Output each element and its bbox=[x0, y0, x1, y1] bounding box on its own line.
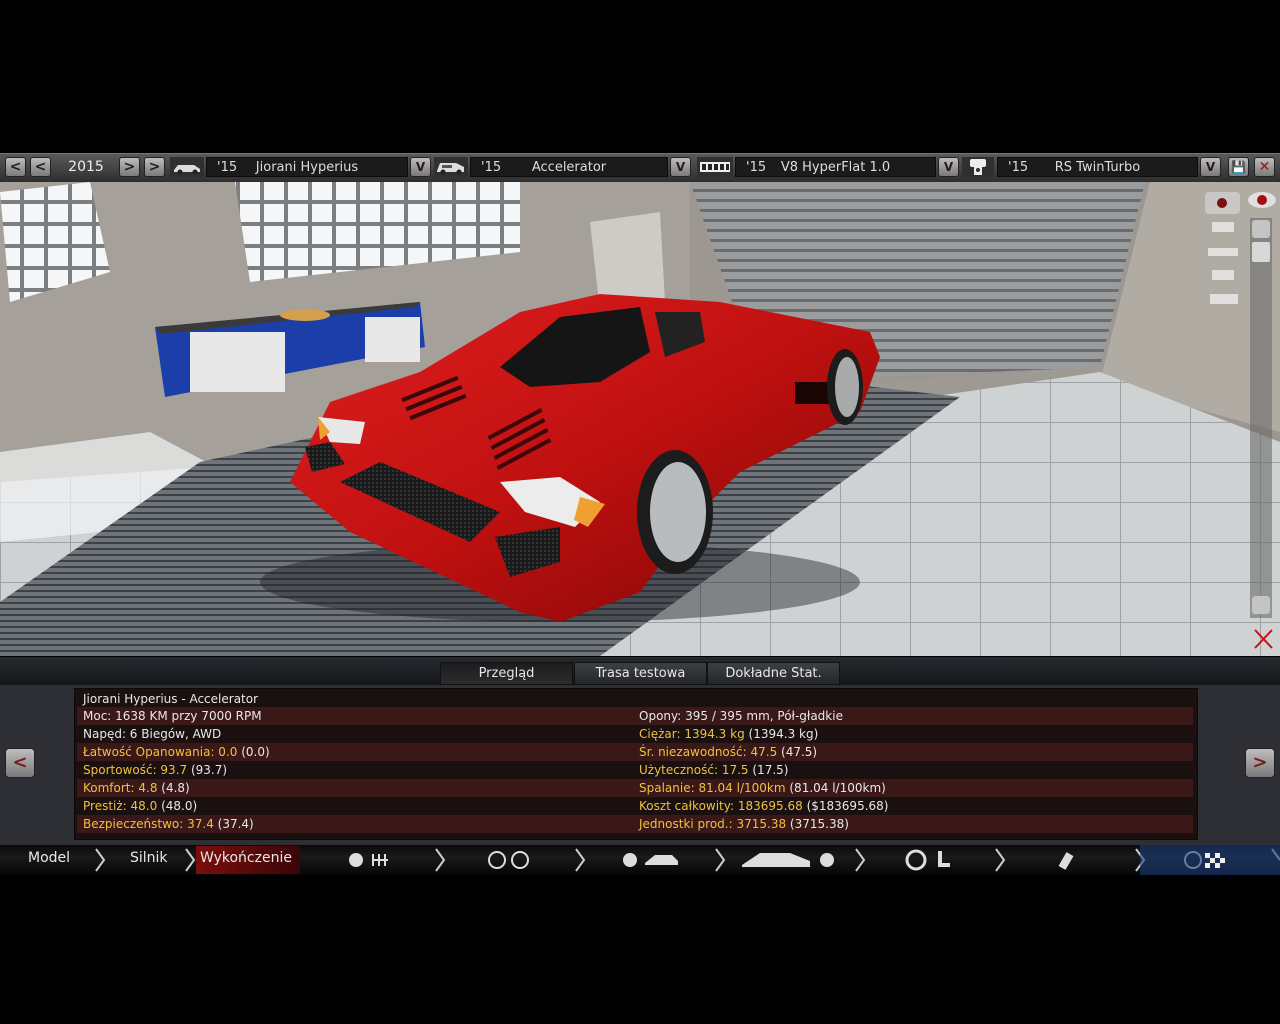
stat-left: Moc: 1638 KM przy 7000 RPM bbox=[83, 707, 262, 725]
stat-left: Prestiż: 48.0 (48.0) bbox=[83, 797, 197, 815]
piston-icon bbox=[962, 157, 994, 177]
engine-dropdown-button[interactable]: V bbox=[938, 157, 959, 177]
stat-base: ($183695.68) bbox=[806, 799, 889, 813]
stat-value: Sportowość: 93.7 bbox=[83, 763, 188, 777]
variant-name: RS TwinTurbo bbox=[1054, 160, 1141, 175]
stat-base: (17.5) bbox=[752, 763, 789, 777]
stat-base: Opony: 395 / 395 mm, Pół-gładkie bbox=[639, 709, 843, 723]
stat-left: Bezpieczeństwo: 37.4 (37.4) bbox=[83, 815, 254, 833]
stats-row: Moc: 1638 KM przy 7000 RPM Opony: 395 / 3… bbox=[77, 707, 1193, 725]
stat-value: Bezpieczeństwo: 37.4 bbox=[83, 817, 214, 831]
year-display: 2015 bbox=[68, 159, 104, 175]
stats-row: Prestiż: 48.0 (48.0) Koszt całkowity: 183… bbox=[77, 797, 1193, 815]
stat-left: Sportowość: 93.7 (93.7) bbox=[83, 761, 227, 779]
year-next-button[interactable]: > bbox=[119, 157, 140, 177]
engine-select[interactable]: '15 V8 HyperFlat 1.0 bbox=[735, 157, 936, 177]
stat-base: Napęd: 6 Biegów, AWD bbox=[83, 727, 222, 741]
stats-row: Komfort: 4.8 (4.8) Spalanie: 81.04 l/100k… bbox=[77, 779, 1193, 797]
garage-scene bbox=[0, 182, 1280, 656]
stat-base: Moc: 1638 KM przy 7000 RPM bbox=[83, 709, 262, 723]
stat-base: (0.0) bbox=[241, 745, 270, 759]
save-icon[interactable]: 💾 bbox=[1228, 157, 1249, 177]
trim-dropdown-button[interactable]: V bbox=[670, 157, 691, 177]
tab-detailed-stats[interactable]: Dokładne Stat. bbox=[707, 662, 840, 685]
variant-dropdown-button[interactable]: V bbox=[1200, 157, 1221, 177]
stat-base: (47.5) bbox=[781, 745, 818, 759]
stat-left: Łatwość Opanowania: 0.0 (0.0) bbox=[83, 743, 270, 761]
stat-base: (4.8) bbox=[161, 781, 190, 795]
bottom-nav-icons bbox=[95, 845, 1280, 875]
tab-overview[interactable]: Przegląd bbox=[440, 662, 573, 685]
stat-left: Komfort: 4.8 (4.8) bbox=[83, 779, 190, 797]
stats-row: Łatwość Opanowania: 0.0 (0.0) Śr. niezawo… bbox=[77, 743, 1193, 761]
stat-value: Komfort: 4.8 bbox=[83, 781, 158, 795]
engine-name: V8 HyperFlat 1.0 bbox=[780, 160, 891, 175]
stat-value: Jednostki prod.: 3715.38 bbox=[639, 817, 787, 831]
stat-base: (37.4) bbox=[217, 817, 254, 831]
stat-right: Spalanie: 81.04 l/100km (81.04 l/100km) bbox=[639, 779, 886, 797]
stat-base: (93.7) bbox=[190, 763, 228, 777]
stats-title: Jiorani Hyperius - Accelerator bbox=[83, 692, 259, 706]
trim-select[interactable]: '15 Accelerator bbox=[470, 157, 668, 177]
stat-base: (81.04 l/100km) bbox=[789, 781, 886, 795]
stat-right: Jednostki prod.: 3715.38 (3715.38) bbox=[639, 815, 849, 833]
stat-base: (48.0) bbox=[161, 799, 198, 813]
trim-name: Accelerator bbox=[531, 160, 607, 175]
stat-base: (1394.3 kg) bbox=[748, 727, 819, 741]
stats-row: Napęd: 6 Biegów, AWD Ciężar: 1394.3 kg (1… bbox=[77, 725, 1193, 743]
model-name: Jiorani Hyperius bbox=[255, 160, 359, 175]
stat-value: Prestiż: 48.0 bbox=[83, 799, 158, 813]
stats-row: Sportowość: 93.7 (93.7) Użyteczność: 17.5… bbox=[77, 761, 1193, 779]
stat-right: Użyteczność: 17.5 (17.5) bbox=[639, 761, 788, 779]
close-icon[interactable]: ✕ bbox=[1254, 157, 1275, 177]
stat-value: Spalanie: 81.04 l/100km bbox=[639, 781, 786, 795]
garage-viewport[interactable] bbox=[0, 182, 1280, 656]
stat-right: Koszt całkowity: 183695.68 ($183695.68) bbox=[639, 797, 888, 815]
car-icon bbox=[170, 157, 204, 177]
model-select[interactable]: '15 Jiorani Hyperius bbox=[206, 157, 408, 177]
stat-value: Śr. niezawodność: 47.5 bbox=[639, 745, 778, 759]
stat-right: Opony: 395 / 395 mm, Pół-gładkie bbox=[639, 707, 843, 725]
stat-value: Użyteczność: 17.5 bbox=[639, 763, 749, 777]
stat-value: Koszt całkowity: 183695.68 bbox=[639, 799, 803, 813]
year-prev-fast-button[interactable]: < bbox=[5, 157, 26, 177]
prev-page-button[interactable]: < bbox=[5, 748, 35, 778]
engine-icon bbox=[697, 157, 733, 177]
stat-right: Śr. niezawodność: 47.5 (47.5) bbox=[639, 743, 817, 761]
stat-base: (3715.38) bbox=[789, 817, 849, 831]
next-page-button[interactable]: > bbox=[1245, 748, 1275, 778]
year-prev-button[interactable]: < bbox=[30, 157, 51, 177]
stat-value: Ciężar: 1394.3 kg bbox=[639, 727, 745, 741]
year-next-fast-button[interactable]: > bbox=[144, 157, 165, 177]
stat-left: Napęd: 6 Biegów, AWD bbox=[83, 725, 221, 743]
stat-right: Ciężar: 1394.3 kg (1394.3 kg) bbox=[639, 725, 818, 743]
trim-icon bbox=[434, 157, 468, 177]
stat-value: Łatwość Opanowania: 0.0 bbox=[83, 745, 238, 759]
variant-select[interactable]: '15 RS TwinTurbo bbox=[997, 157, 1198, 177]
tab-test-track[interactable]: Trasa testowa bbox=[574, 662, 707, 685]
stats-row: Bezpieczeństwo: 37.4 (37.4) Jednostki pro… bbox=[77, 815, 1193, 833]
model-dropdown-button[interactable]: V bbox=[410, 157, 431, 177]
